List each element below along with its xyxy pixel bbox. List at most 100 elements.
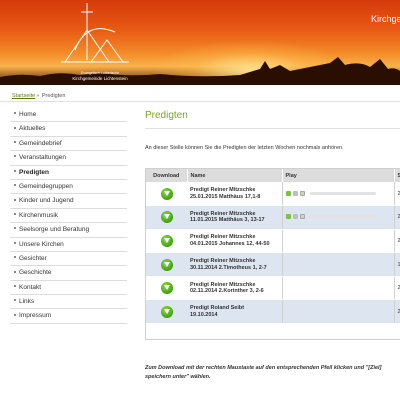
sidebar-item-label: Geschichte [19, 269, 52, 277]
sidebar-item-kinder-und-jugend[interactable]: Kinder und Jugend [10, 194, 127, 209]
progress-track[interactable] [309, 215, 376, 219]
bullet-icon [14, 241, 16, 244]
sidebar-item-label: Unsere Kirchen [19, 240, 64, 248]
bullet-icon [14, 227, 16, 230]
volume-icon[interactable] [299, 190, 305, 196]
sidebar-item-unsere-kirchen[interactable]: Unsere Kirchen [10, 238, 127, 252]
column-header-size: S [394, 169, 400, 182]
bullet-icon [14, 299, 16, 302]
download-arrow-icon[interactable] [160, 305, 173, 318]
bullet-icon [14, 112, 16, 115]
play-icon[interactable] [285, 214, 291, 220]
logo-title: Kirchgemeinde Lichtenstein [72, 76, 128, 81]
sermon-title: Predigt Reiner Mitzschke [190, 187, 256, 194]
sermon-date-passage: 11.01.2015 Matthäus 3, 13-17 [190, 217, 265, 224]
sidebar-item-gemeindegruppen[interactable]: Gemeindegruppen [10, 180, 127, 195]
sermon-title: Predigt Reiner Mitzschke [190, 210, 256, 217]
sermon-title: Predigt Reiner Mitzschke [190, 281, 256, 288]
download-arrow-icon[interactable] [160, 234, 173, 247]
sidebar-item-label: Seelsorge und Beratung [19, 226, 90, 234]
header-divider [0, 101, 400, 102]
player-empty [281, 276, 395, 301]
sermon-date-passage: 19.10.2014 [190, 311, 218, 318]
sidebar-item-label: Kirchenmusik [19, 211, 59, 219]
sidebar-item-geschichte[interactable]: Geschichte [10, 266, 127, 281]
sidebar-nav: Home Aktuelles Gemeindebrief Veranstaltu… [10, 108, 127, 324]
bullet-icon [14, 184, 16, 187]
bullet-icon [14, 213, 16, 216]
volume-icon[interactable] [299, 214, 305, 220]
sermon-date-passage: 02.11.2014 2.Korinther 3, 2-6 [190, 288, 264, 295]
sidebar-item-links[interactable]: Links [10, 295, 127, 310]
column-header-play: Play [282, 169, 395, 182]
site-title: Kirchge [371, 14, 400, 24]
play-icon[interactable] [285, 190, 291, 196]
stop-icon[interactable] [292, 214, 298, 220]
sidebar-item-veranstaltungen[interactable]: Veranstaltungen [10, 151, 127, 166]
sermon-date-passage: 25.01.2015 Matthäus 17,1-8 [190, 193, 261, 200]
sidebar-item-label: Veranstaltungen [19, 154, 66, 162]
breadcrumb-home-link[interactable]: Startseite [12, 93, 35, 99]
audio-player [285, 214, 376, 220]
sermon-table: Download Name Play S Predigt Reiner Mitz… [146, 169, 400, 325]
table-header-row: Download Name Play S [146, 169, 400, 182]
sermon-size: 2 [394, 182, 400, 207]
page-title: Predigten [145, 110, 188, 121]
player-empty [281, 299, 395, 325]
sidebar-item-kontakt[interactable]: Kontakt [10, 281, 127, 296]
breadcrumb-current: Predigten [41, 93, 66, 99]
breadcrumb: Startseite» Predigten [12, 93, 65, 99]
download-arrow-icon[interactable] [160, 282, 173, 295]
table-row: Predigt Reiner Mitzschke 02.11.2014 2.Kor… [146, 276, 400, 301]
sermon-size: 1 [394, 252, 400, 277]
download-arrow-icon[interactable] [160, 211, 173, 224]
sermon-title: Predigt Reiner Mitzschke [190, 234, 256, 241]
bullet-icon [14, 141, 16, 144]
progress-track[interactable] [309, 191, 376, 195]
sermon-title: Predigt Reiner Mitzschke [190, 258, 256, 265]
bullet-icon [14, 126, 16, 129]
sidebar-item-impressum[interactable]: Impressum [10, 309, 127, 324]
bullet-icon [14, 270, 16, 273]
player-empty [281, 252, 395, 277]
column-header-name: Name [187, 169, 283, 182]
bullet-icon [14, 313, 16, 316]
title-divider [145, 128, 400, 129]
sidebar-item-kirchenmusik[interactable]: Kirchenmusik [10, 209, 127, 224]
sermon-size: 2 [394, 276, 400, 301]
table-row: Predigt Reiner Mitzschke 25.01.2015 Matth… [146, 182, 400, 207]
table-row: Predigt Roland Seibt19.10.2014 2 [146, 299, 400, 325]
stop-icon[interactable] [292, 190, 298, 196]
sidebar-item-label: Gemeindegruppen [19, 182, 73, 190]
church-logo-icon [61, 3, 129, 63]
sidebar-item-gesichter[interactable]: Gesichter [10, 252, 127, 267]
sidebar-item-label: Kontakt [19, 283, 42, 291]
audio-player [285, 190, 376, 196]
sidebar-item-label: Impressum [19, 312, 52, 320]
sidebar-item-home[interactable]: Home [10, 108, 127, 123]
sidebar-item-label: Kinder und Jugend [19, 197, 74, 205]
intro-text: An dieser Stelle können Sie die Predigte… [145, 145, 344, 151]
table-row: Predigt Reiner Mitzschke 11.01.2015 Matth… [146, 205, 400, 230]
logo-subtitle: Evangelisch-Lutherische [80, 71, 120, 75]
sidebar-item-aktuelles[interactable]: Aktuelles [10, 122, 127, 137]
download-arrow-icon[interactable] [160, 258, 173, 271]
download-arrow-icon[interactable] [160, 187, 173, 200]
bullet-icon [14, 155, 16, 158]
table-row: Predigt Reiner Mitzschke 30.11.2014 2.Tim… [146, 252, 400, 277]
breadcrumb-separator: » [36, 93, 40, 99]
sermon-title: Predigt Roland Seibt [190, 305, 245, 312]
bullet-icon [14, 256, 16, 259]
sidebar-item-predigten[interactable]: Predigten [10, 166, 127, 180]
sidebar-item-label: Gemeindebrief [19, 139, 62, 147]
sidebar-item-label: Gesichter [19, 254, 47, 262]
header-banner: Evangelisch-Lutherische Kirchgemeinde Li… [0, 0, 400, 85]
sidebar-item-label: Aktuelles [19, 125, 46, 133]
sermon-date-passage: 30.11.2014 2.Timotheus 1, 2-7 [190, 264, 267, 271]
sidebar-item-seelsorge[interactable]: Seelsorge und Beratung [10, 223, 127, 238]
sidebar-item-gemeindebrief[interactable]: Gemeindebrief [10, 137, 127, 152]
bullet-icon [14, 198, 16, 201]
bullet-icon [14, 284, 16, 287]
sermon-size: 2 [394, 229, 400, 254]
download-hint: Zum Download mit der rechten Maustaste a… [145, 365, 382, 380]
